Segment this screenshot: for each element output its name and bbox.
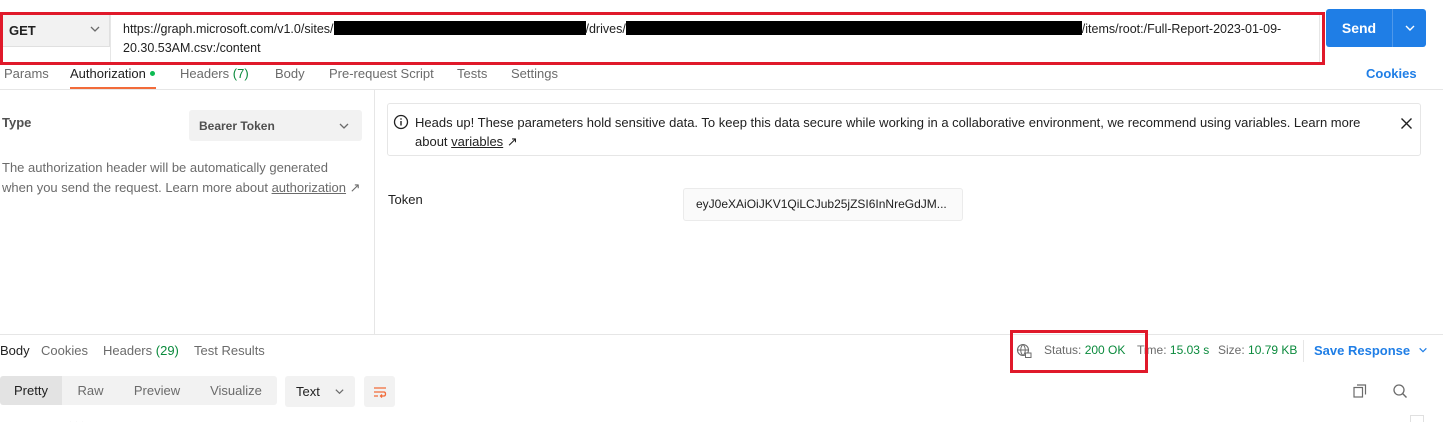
- response-body-preview: [68, 415, 248, 422]
- auth-type-select[interactable]: Bearer Token: [189, 110, 362, 141]
- pane-divider: [374, 90, 375, 334]
- format-select[interactable]: Text: [285, 376, 355, 407]
- save-response-label: Save Response: [1314, 343, 1411, 358]
- view-preview-button[interactable]: Preview: [119, 376, 195, 405]
- info-icon: [393, 114, 409, 130]
- tab-count: (7): [232, 66, 249, 81]
- tab-body[interactable]: Body: [275, 66, 305, 81]
- tab-label: Authorization: [70, 66, 146, 81]
- variables-link[interactable]: variables: [451, 134, 503, 149]
- status-highlight-box: [1010, 330, 1148, 373]
- copy-icon: [1353, 384, 1367, 398]
- tab-pre-request-script[interactable]: Pre-request Script: [329, 66, 434, 81]
- tab-params[interactable]: Params: [4, 66, 49, 81]
- close-icon[interactable]: [1400, 117, 1413, 130]
- tab-authorization[interactable]: Authorization: [70, 66, 155, 81]
- size-value: 10.79 KB: [1248, 343, 1298, 357]
- tab-count: (29): [155, 343, 179, 358]
- size-label: Size:: [1218, 343, 1245, 357]
- send-options-button[interactable]: [1392, 9, 1426, 47]
- response-tab-test-results[interactable]: Test Results: [194, 343, 265, 358]
- time-value: 15.03 s: [1169, 343, 1210, 357]
- copy-button[interactable]: [1351, 382, 1369, 400]
- tab-tests[interactable]: Tests: [457, 66, 487, 81]
- view-visualize-button[interactable]: Visualize: [195, 376, 277, 405]
- tab-label: Params: [4, 66, 49, 81]
- url-highlight-box: [0, 12, 1325, 65]
- search-icon: [1393, 384, 1407, 398]
- format-value: Text: [296, 384, 320, 399]
- response-tab-headers[interactable]: Headers (29): [103, 343, 179, 358]
- response-tab-body[interactable]: Body: [0, 343, 30, 358]
- chevron-down-icon: [1405, 25, 1414, 31]
- size-info[interactable]: Size: 10.79 KB: [1218, 343, 1297, 357]
- active-indicator-dot: [149, 71, 155, 76]
- tab-label: Body: [0, 343, 30, 358]
- tab-label: Test Results: [194, 343, 265, 358]
- token-input[interactable]: eyJ0eXAiOiJKV1QiLCJub25jZSI6InNreGdJM...: [683, 188, 963, 221]
- search-button[interactable]: [1391, 382, 1409, 400]
- token-label: Token: [388, 192, 423, 207]
- chevron-down-icon: [339, 123, 349, 129]
- tabs-divider: [0, 89, 1443, 90]
- tab-label: Cookies: [41, 343, 88, 358]
- response-tab-cookies[interactable]: Cookies: [41, 343, 88, 358]
- cookies-link[interactable]: Cookies: [1366, 66, 1417, 81]
- auth-description: The authorization header will be automat…: [2, 158, 362, 198]
- external-link-icon: ↗: [349, 180, 361, 195]
- tab-headers[interactable]: Headers (7): [180, 66, 249, 81]
- save-response-button[interactable]: Save Response: [1314, 343, 1428, 358]
- status-divider: [1303, 340, 1304, 362]
- tab-label: Body: [275, 66, 305, 81]
- wrap-lines-icon: [373, 386, 386, 398]
- auth-type-value: Bearer Token: [199, 119, 275, 133]
- tab-label: Tests: [457, 66, 488, 81]
- wrap-lines-button[interactable]: [364, 376, 395, 407]
- external-link-icon: ↗: [506, 134, 518, 149]
- tab-label: Pre-request Script: [329, 66, 434, 81]
- send-button[interactable]: Send: [1326, 9, 1392, 47]
- tab-label: Headers: [180, 66, 230, 81]
- view-raw-button[interactable]: Raw: [62, 376, 119, 405]
- sensitive-data-alert: Heads up! These parameters hold sensitiv…: [387, 103, 1421, 156]
- authorization-link[interactable]: authorization: [272, 180, 346, 195]
- view-pretty-button[interactable]: Pretty: [0, 376, 62, 405]
- alert-text: Heads up! These parameters hold sensitiv…: [415, 115, 1361, 149]
- scroll-handle[interactable]: [1410, 415, 1424, 422]
- chevron-down-icon: [335, 389, 344, 395]
- auth-type-label: Type: [2, 115, 32, 130]
- tab-settings[interactable]: Settings: [511, 66, 558, 81]
- chevron-down-icon: [1418, 347, 1427, 353]
- response-divider: [0, 334, 1443, 335]
- tab-label: Settings: [511, 66, 558, 81]
- tab-label: Headers: [103, 343, 153, 358]
